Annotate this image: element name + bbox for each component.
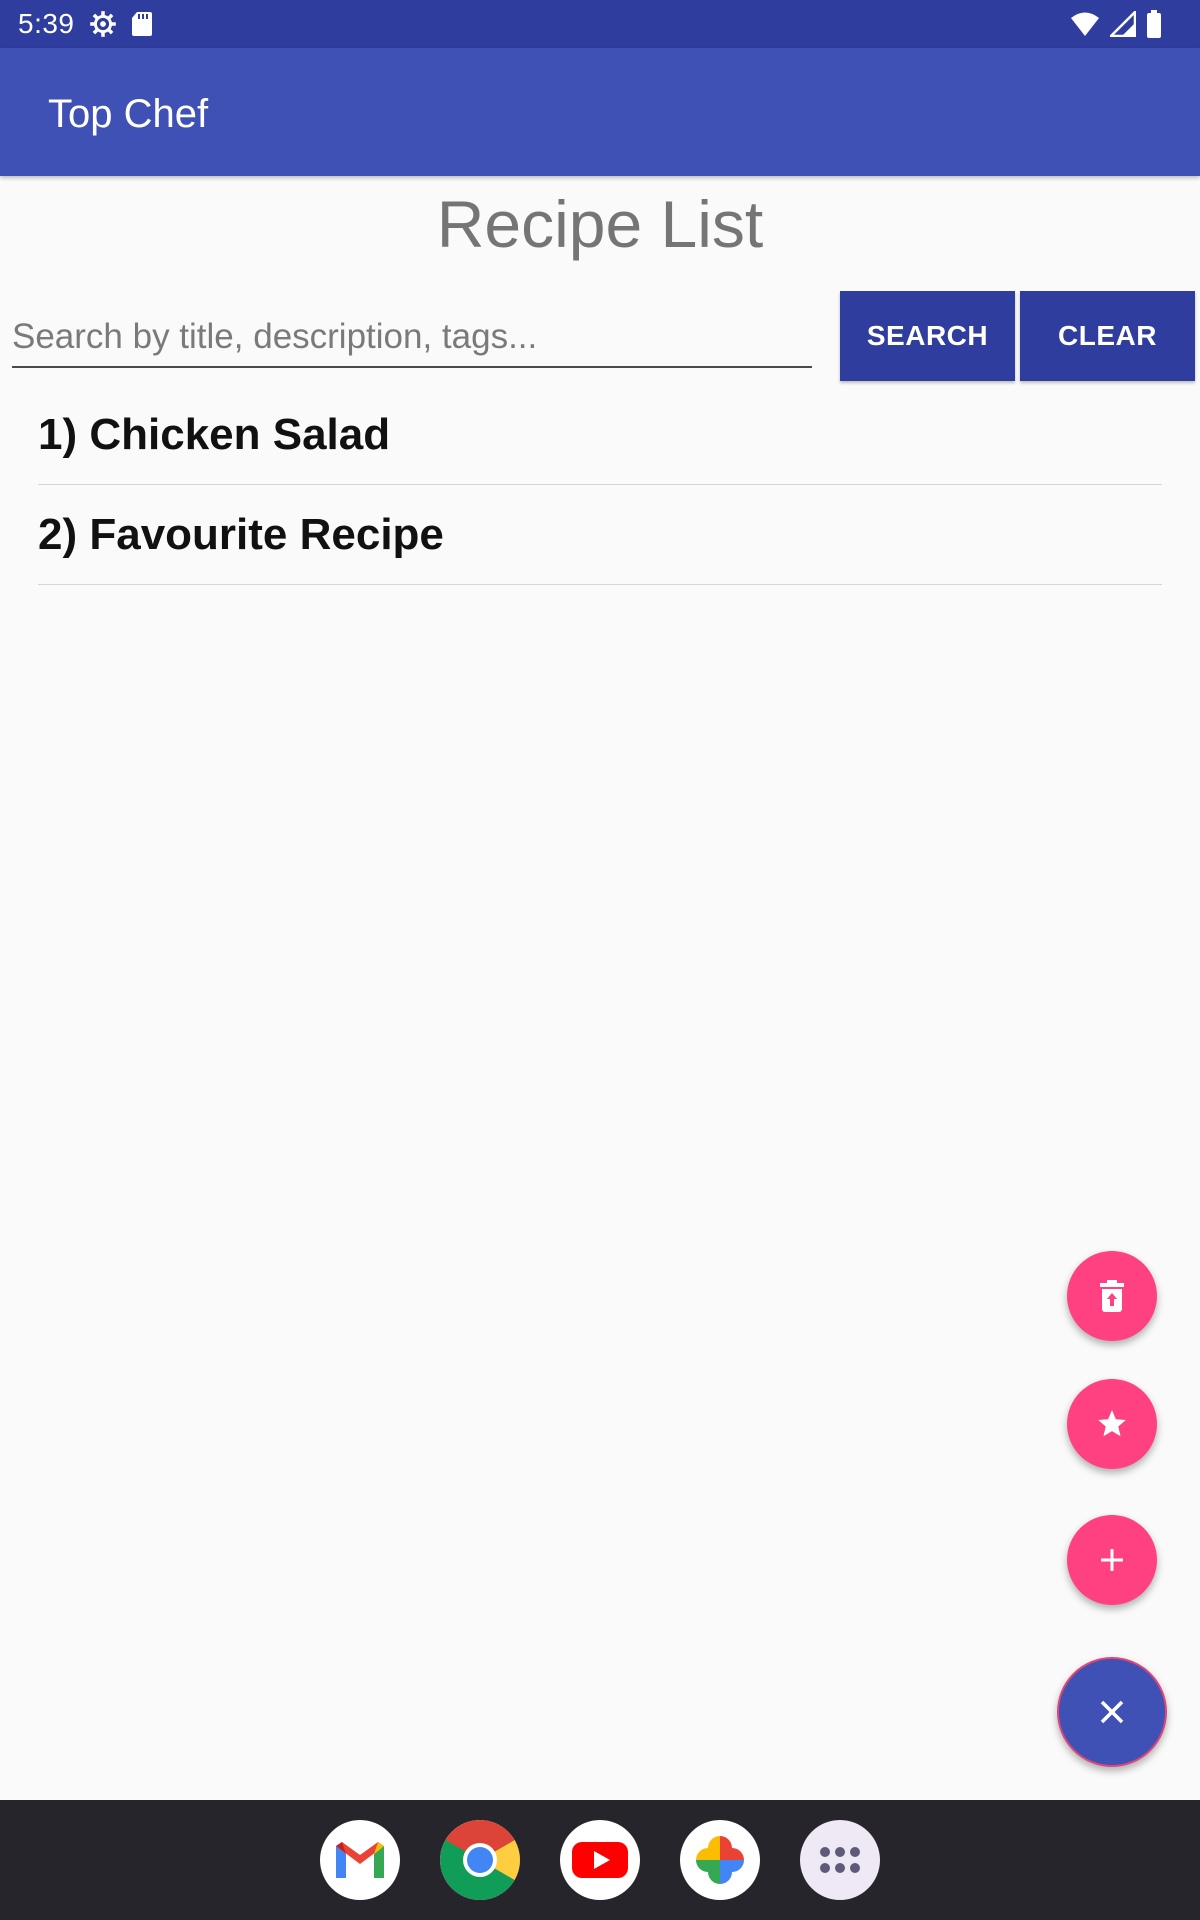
app-bar: Top Chef: [0, 48, 1200, 176]
wifi-icon: [1070, 11, 1100, 37]
status-time: 5:39: [18, 8, 75, 39]
chrome-icon[interactable]: [440, 1820, 520, 1900]
star-icon: [1096, 1408, 1128, 1440]
settings-icon: [89, 10, 117, 38]
recipe-list: 1) Chicken Salad 2) Favourite Recipe: [38, 385, 1162, 585]
close-icon: [1098, 1698, 1126, 1726]
delete-icon: [1099, 1280, 1125, 1312]
sd-card-icon: [131, 11, 153, 37]
page-title: Recipe List: [436, 187, 764, 261]
app-drawer-icon[interactable]: [800, 1820, 880, 1900]
battery-icon: [1146, 10, 1162, 38]
youtube-icon[interactable]: [560, 1820, 640, 1900]
delete-fab[interactable]: [1067, 1251, 1157, 1341]
search-button[interactable]: SEARCH: [840, 291, 1015, 381]
recipe-item-chicken-salad[interactable]: 1) Chicken Salad: [38, 385, 1162, 485]
gmail-icon[interactable]: [320, 1820, 400, 1900]
status-left: 5:39: [18, 8, 153, 40]
add-icon: [1099, 1547, 1125, 1573]
recipe-item-favourite-recipe[interactable]: 2) Favourite Recipe: [38, 485, 1162, 585]
close-fab[interactable]: [1057, 1657, 1167, 1767]
favourite-fab[interactable]: [1067, 1379, 1157, 1469]
clear-button[interactable]: CLEAR: [1020, 291, 1195, 381]
app-dock: [0, 1800, 1200, 1920]
status-right: [1070, 10, 1182, 38]
search-input[interactable]: [12, 308, 812, 368]
status-bar: 5:39: [0, 0, 1200, 48]
app-title: Top Chef: [48, 92, 209, 136]
photos-icon[interactable]: [680, 1820, 760, 1900]
signal-icon: [1110, 11, 1136, 37]
add-fab[interactable]: [1067, 1515, 1157, 1605]
